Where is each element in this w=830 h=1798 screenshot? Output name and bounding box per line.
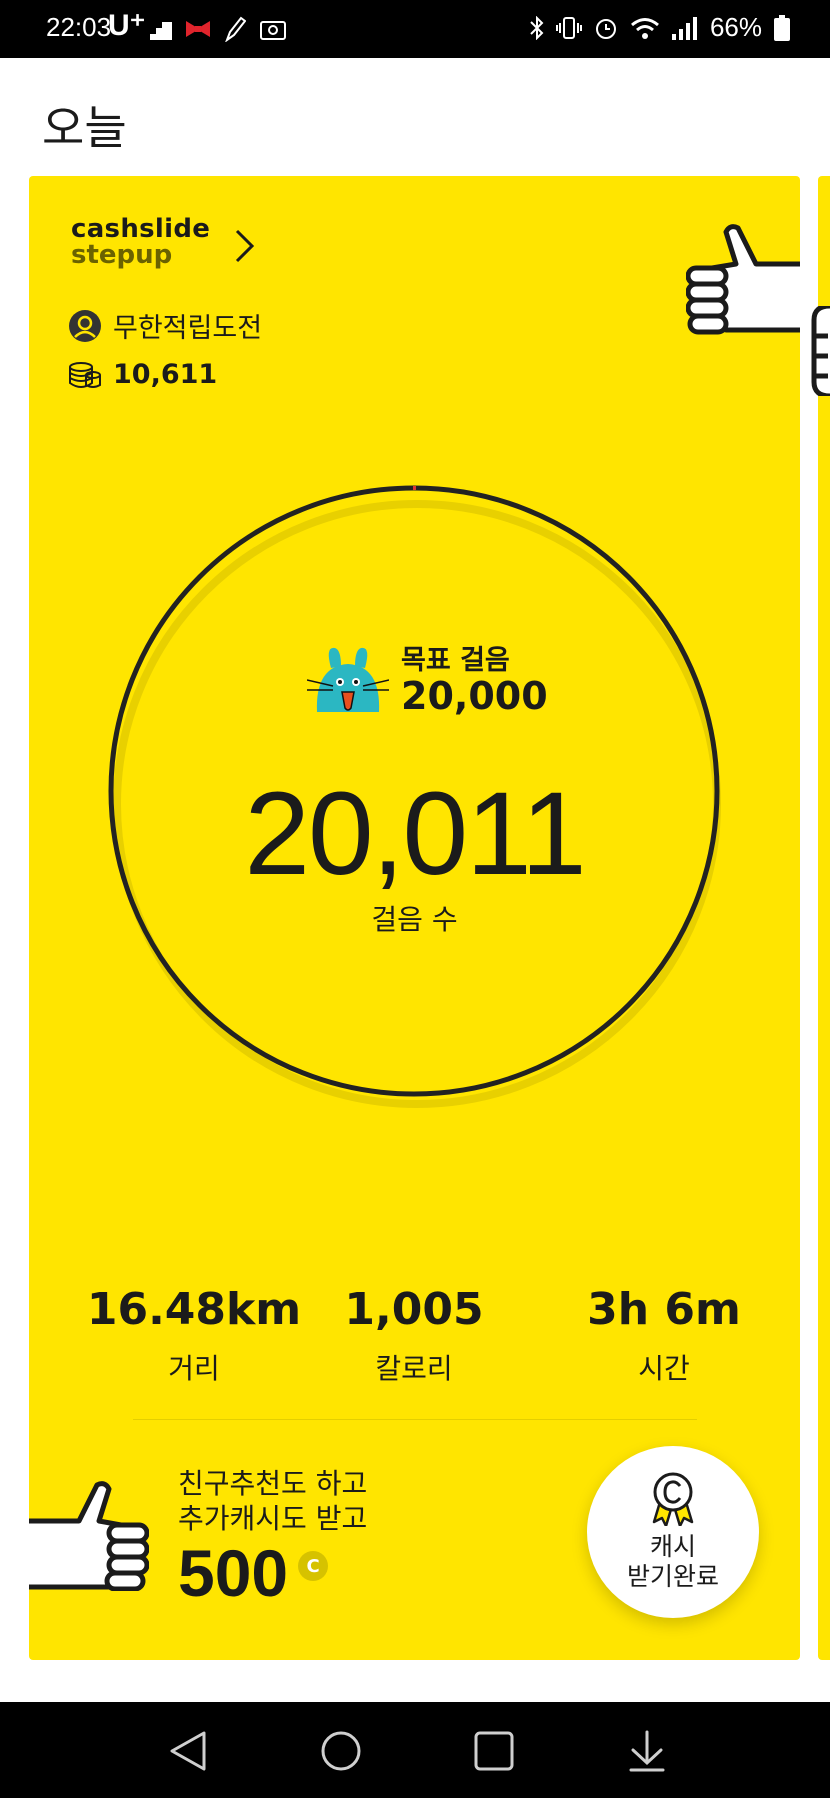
navigation-bar <box>0 1702 830 1798</box>
carrier-label: U⁺ <box>108 9 146 42</box>
goal-value: 20,000 <box>401 673 548 718</box>
pen-icon <box>225 16 246 42</box>
status-time: 22:03 <box>46 12 112 42</box>
thumbs-up-icon <box>811 306 830 396</box>
promo-amount: 500 <box>178 1536 289 1610</box>
recents-icon[interactable] <box>473 1730 515 1772</box>
cash-button-label-1: 캐시 <box>649 1532 696 1561</box>
battery-icon <box>774 14 790 41</box>
steps-count: 20,011 <box>244 768 586 900</box>
signal-icon <box>671 16 697 40</box>
time-label: 시간 <box>638 1352 690 1385</box>
stairs-icon <box>150 22 172 40</box>
home-icon[interactable] <box>320 1730 362 1772</box>
page-title: 오늘 <box>42 101 127 155</box>
back-icon[interactable] <box>168 1730 208 1772</box>
calories-label: 칼로리 <box>375 1352 453 1385</box>
notification-icons <box>150 14 286 44</box>
bunny-mascot-icon <box>307 647 389 712</box>
distance-label: 거리 <box>168 1352 220 1385</box>
referral-promo[interactable]: 친구추천도 하고 추가캐시도 받고 500 C <box>178 1466 367 1606</box>
award-ribbon-icon <box>652 1472 694 1526</box>
status-right: 66% <box>530 12 790 43</box>
ribbon-icon <box>186 21 210 37</box>
cash-collect-button[interactable]: 캐시 받기완료 <box>587 1446 759 1618</box>
cash-button-label-2: 받기완료 <box>626 1562 719 1591</box>
steps-label: 걸음 수 <box>371 903 458 936</box>
thumbs-up-icon <box>29 1481 149 1591</box>
ring-marker <box>413 486 416 490</box>
alarm-icon <box>595 18 616 39</box>
calories-value: 1,005 <box>344 1284 484 1335</box>
vibrate-icon <box>555 16 582 39</box>
wifi-icon <box>630 17 659 39</box>
goal-block: 목표 걸음 20,000 <box>307 646 548 718</box>
bluetooth-icon <box>530 15 544 40</box>
stat-distance: 16.48km 거리 <box>69 1284 319 1387</box>
next-card-peek[interactable] <box>811 176 830 1660</box>
goal-label: 목표 걸음 <box>401 645 510 677</box>
photo-icon <box>260 21 286 40</box>
divider <box>133 1419 697 1420</box>
time-value: 3h 6m <box>587 1284 741 1335</box>
promo-line-1: 친구추천도 하고 <box>178 1467 368 1500</box>
today-steps-card[interactable]: cashslide stepup 무한적립도전 10,611 목표 걸음 20,… <box>29 176 800 1660</box>
notifications-pulldown-icon[interactable] <box>627 1730 667 1772</box>
distance-value: 16.48km <box>86 1284 302 1335</box>
stat-calories: 1,005 칼로리 <box>289 1284 539 1387</box>
battery-percent: 66% <box>709 12 762 42</box>
promo-amount-row: 500 C <box>178 1540 367 1606</box>
status-bar: 22:03 U⁺ 66% <box>0 0 830 58</box>
stat-time: 3h 6m 시간 <box>539 1284 789 1387</box>
promo-line-2: 추가캐시도 받고 <box>178 1502 368 1535</box>
cash-coin-icon: C <box>298 1551 329 1581</box>
